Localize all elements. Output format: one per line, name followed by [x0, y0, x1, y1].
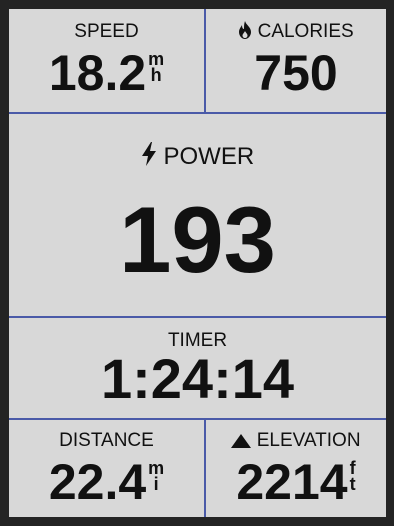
timer-field[interactable]: TIMER 1:24:14 — [9, 318, 386, 418]
calories-field[interactable]: CALORIES 750 — [206, 9, 386, 112]
speed-value: 18.2 — [48, 45, 147, 101]
elevation-unit: ft — [349, 459, 356, 494]
elevation-field[interactable]: ELEVATION 2214 f t — [206, 420, 386, 517]
calories-label-row: CALORIES — [206, 21, 386, 43]
device-bezel: SPEED 18.2 m h CALORIES 750 POWER 193 TI… — [0, 0, 394, 526]
elevation-unit-bottom: t — [349, 474, 356, 494]
power-label-row: POWER — [9, 142, 386, 171]
speed-unit-bottom: h — [150, 65, 162, 85]
speed-label: SPEED — [74, 21, 139, 42]
speed-value-row: 18.2 m h — [9, 45, 204, 101]
mountain-icon — [231, 434, 252, 448]
speed-field[interactable]: SPEED 18.2 m h — [9, 9, 204, 112]
distance-value: 22.4 — [48, 454, 147, 510]
elevation-value-row: 2214 f t — [206, 454, 386, 510]
calories-value: 750 — [254, 45, 338, 101]
distance-unit: mi — [148, 459, 164, 494]
power-value: 193 — [119, 187, 276, 292]
data-screen: SPEED 18.2 m h CALORIES 750 POWER 193 TI… — [9, 9, 386, 517]
flame-icon — [239, 21, 252, 39]
distance-label: DISTANCE — [59, 430, 154, 451]
lightning-bolt-icon — [141, 142, 156, 166]
distance-value-row: 22.4 m i — [9, 454, 204, 510]
speed-unit: mh — [148, 50, 164, 85]
elevation-value: 2214 — [236, 454, 348, 510]
timer-value: 1:24:14 — [100, 347, 295, 410]
elevation-label-row: ELEVATION — [206, 430, 386, 452]
power-field[interactable]: POWER 193 — [9, 114, 386, 316]
power-label: POWER — [163, 143, 255, 170]
calories-label: CALORIES — [257, 21, 354, 42]
elevation-label: ELEVATION — [256, 430, 361, 451]
distance-field[interactable]: DISTANCE 22.4 m i — [9, 420, 204, 517]
distance-unit-bottom: i — [153, 474, 159, 494]
